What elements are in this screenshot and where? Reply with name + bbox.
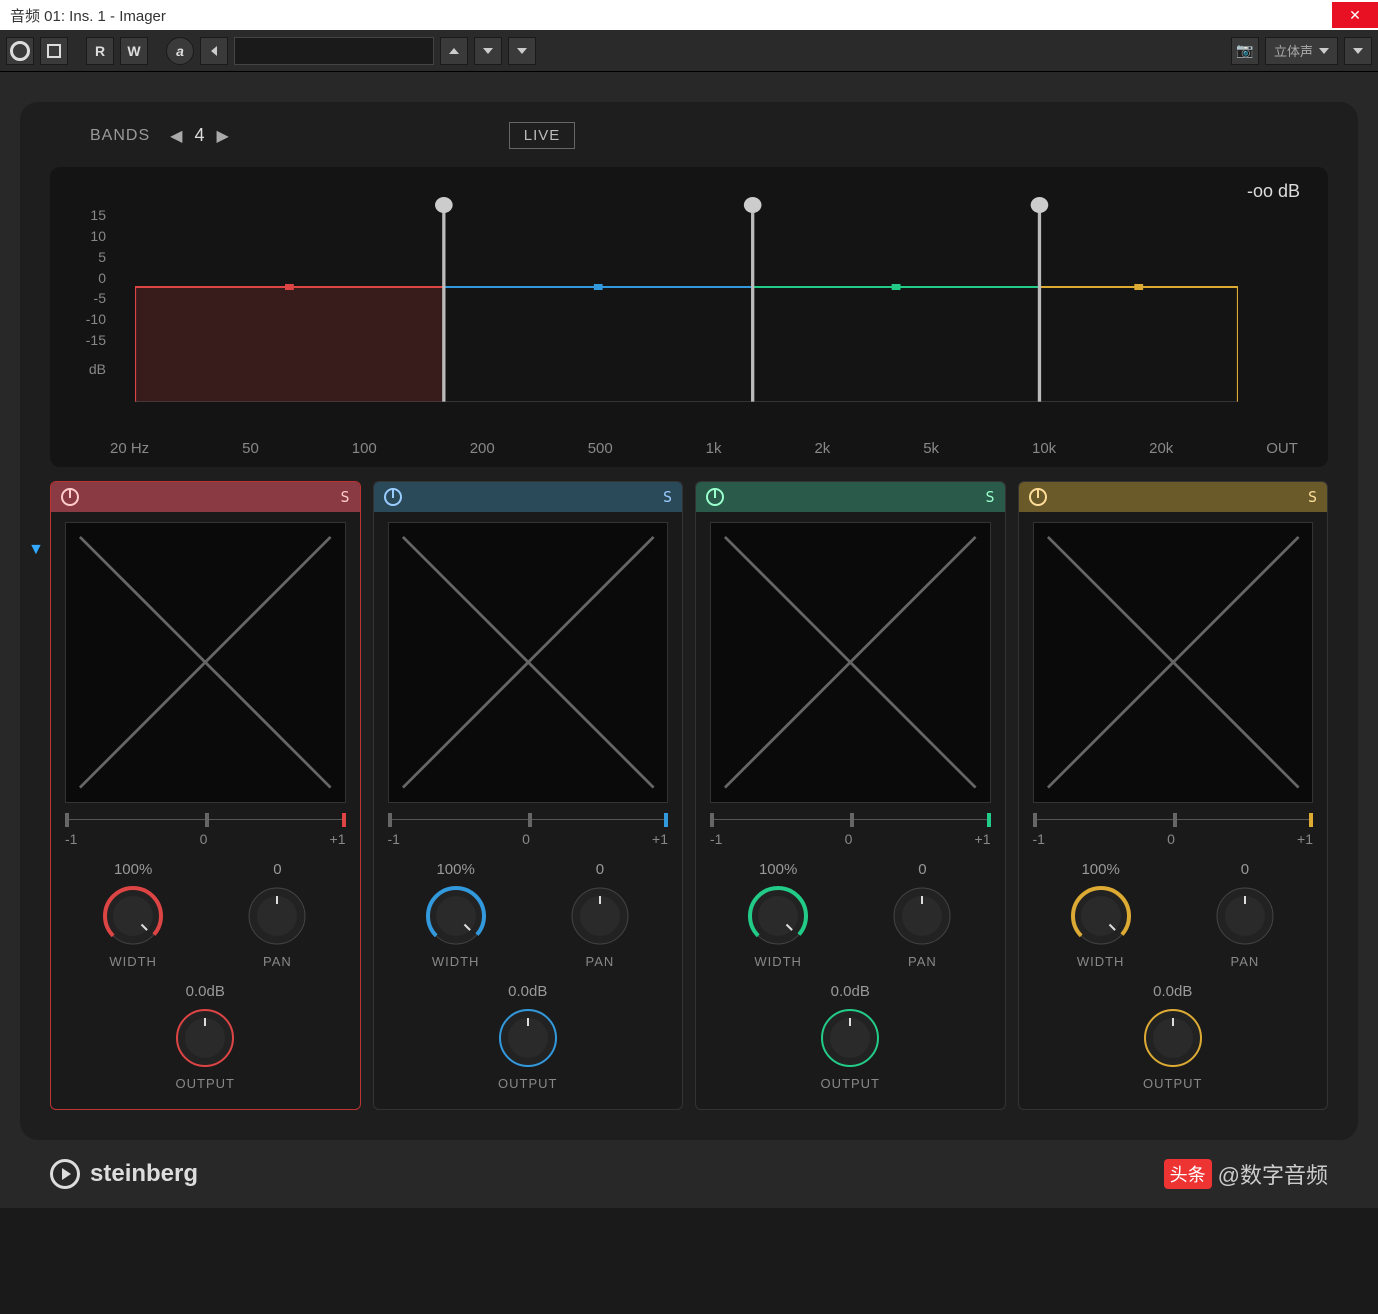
arrow-left-icon bbox=[211, 46, 217, 56]
pan-value: 0 bbox=[273, 861, 281, 878]
vectorscope[interactable] bbox=[1033, 522, 1314, 803]
spectrum-plot[interactable] bbox=[135, 197, 1238, 402]
pan-knob[interactable] bbox=[890, 884, 954, 948]
bypass-button[interactable] bbox=[6, 37, 34, 65]
width-knob[interactable] bbox=[424, 884, 488, 948]
write-automation-button[interactable]: W bbox=[120, 37, 148, 65]
preset-prev-button[interactable] bbox=[440, 37, 468, 65]
band-3: S -10+1 100%WIDTH 0PAN 0.0dBOUTPUT bbox=[695, 481, 1006, 1110]
back-button[interactable] bbox=[200, 37, 228, 65]
chevron-down-icon bbox=[1319, 48, 1329, 54]
channel-config-dropdown[interactable]: 立体声 bbox=[1265, 37, 1338, 65]
play-circle-icon bbox=[50, 1159, 80, 1189]
close-button[interactable]: ✕ bbox=[1332, 2, 1378, 28]
bands-increment[interactable]: ▶ bbox=[216, 126, 228, 146]
pan-knob[interactable] bbox=[245, 884, 309, 948]
pan-knob[interactable] bbox=[568, 884, 632, 948]
band-power-button[interactable] bbox=[61, 488, 79, 506]
band-2: S -10+1 100%WIDTH 0PAN 0.0dBOUTPUT bbox=[373, 481, 684, 1110]
width-knob[interactable] bbox=[101, 884, 165, 948]
output-value: 0.0dB bbox=[186, 983, 225, 1000]
bands-count[interactable]: 4 bbox=[194, 125, 204, 146]
band-power-button[interactable] bbox=[384, 488, 402, 506]
window-titlebar: 音频 01: Ins. 1 - Imager ✕ bbox=[0, 0, 1378, 30]
preset-menu-button[interactable] bbox=[508, 37, 536, 65]
brand-logo: steinberg bbox=[50, 1159, 198, 1189]
footer: steinberg 头条 @数字音频 bbox=[20, 1140, 1358, 1198]
vectorscope[interactable] bbox=[65, 522, 346, 803]
ab-button[interactable]: a bbox=[166, 37, 194, 65]
channel-config-label: 立体声 bbox=[1274, 41, 1313, 60]
band-solo-button[interactable]: S bbox=[985, 488, 994, 506]
bands-decrement[interactable]: ◀ bbox=[170, 126, 182, 146]
output-knob[interactable] bbox=[818, 1006, 882, 1070]
width-knob[interactable] bbox=[1069, 884, 1133, 948]
chevron-down-icon bbox=[1353, 48, 1363, 54]
band-power-button[interactable] bbox=[1029, 488, 1047, 506]
preset-next-button[interactable] bbox=[474, 37, 502, 65]
width-value: 100% bbox=[114, 861, 152, 878]
compare-button[interactable] bbox=[40, 37, 68, 65]
plugin-body: BANDS ◀ 4 ▶ LIVE -oo dB 15 10 5 0 -5 -10… bbox=[0, 72, 1378, 1208]
band-4: S -10+1 100%WIDTH 0PAN 0.0dBOUTPUT bbox=[1018, 481, 1329, 1110]
bands-container: ▼ S -10+1 100% WIDTH 0 PAN bbox=[50, 481, 1328, 1110]
output-knob[interactable] bbox=[496, 1006, 560, 1070]
output-db-readout: -oo dB bbox=[1247, 181, 1300, 202]
band-1: S -10+1 100% WIDTH 0 PAN 0.0dB bbox=[50, 481, 361, 1110]
x-axis: 20 Hz 50 100 200 500 1k 2k 5k 10k 20k OU… bbox=[110, 440, 1298, 457]
output-knob[interactable] bbox=[1141, 1006, 1205, 1070]
band-solo-button[interactable]: S bbox=[663, 488, 672, 506]
header-row: BANDS ◀ 4 ▶ LIVE bbox=[50, 122, 1328, 149]
options-menu-button[interactable] bbox=[1344, 37, 1372, 65]
preset-field[interactable] bbox=[234, 37, 434, 65]
arrow-down-icon bbox=[483, 48, 493, 54]
read-automation-button[interactable]: R bbox=[86, 37, 114, 65]
window-title: 音频 01: Ins. 1 - Imager bbox=[10, 5, 166, 26]
band-solo-button[interactable]: S bbox=[1308, 488, 1317, 506]
output-knob[interactable] bbox=[173, 1006, 237, 1070]
width-knob[interactable] bbox=[746, 884, 810, 948]
vectorscope[interactable] bbox=[388, 522, 669, 803]
live-button[interactable]: LIVE bbox=[509, 122, 576, 149]
bands-label: BANDS bbox=[90, 127, 150, 145]
spectrum-display[interactable]: -oo dB 15 10 5 0 -5 -10 -15 dB bbox=[50, 167, 1328, 467]
pan-knob[interactable] bbox=[1213, 884, 1277, 948]
snapshot-button[interactable]: 📷 bbox=[1231, 37, 1259, 65]
y-axis: 15 10 5 0 -5 -10 -15 dB bbox=[64, 207, 106, 377]
vectorscope[interactable] bbox=[710, 522, 991, 803]
arrow-up-icon bbox=[449, 48, 459, 54]
chevron-down-icon bbox=[517, 48, 527, 54]
collapse-toggle[interactable]: ▼ bbox=[28, 541, 44, 559]
band-solo-button[interactable]: S bbox=[340, 488, 349, 506]
plugin-toolbar: R W a 📷 立体声 bbox=[0, 30, 1378, 72]
band-power-button[interactable] bbox=[706, 488, 724, 506]
watermark: 头条 @数字音频 bbox=[1164, 1158, 1328, 1190]
